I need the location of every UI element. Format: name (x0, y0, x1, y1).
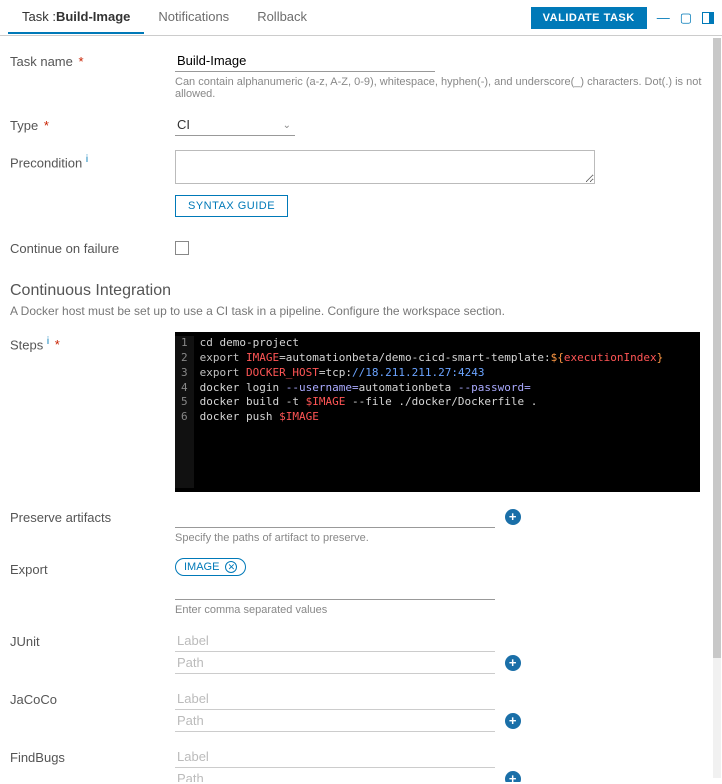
continue-on-failure-label: Continue on failure (10, 237, 175, 258)
steps-label-text: Steps (10, 337, 43, 352)
syntax-guide-button[interactable]: SYNTAX GUIDE (175, 195, 288, 217)
chevron-down-icon: ⌄ (283, 120, 291, 131)
preserve-artifacts-input[interactable] (175, 506, 495, 528)
tab-task-name: Build-Image (56, 9, 130, 24)
remove-chip-icon[interactable]: ✕ (225, 561, 237, 573)
task-name-label-text: Task name (10, 54, 73, 69)
precondition-label: Precondition i (10, 150, 175, 217)
jacoco-label-input[interactable] (175, 688, 495, 710)
steps-label: Steps i * (10, 332, 175, 492)
type-label: Type * (10, 114, 175, 136)
add-artifact-icon[interactable]: + (505, 509, 521, 525)
add-jacoco-icon[interactable]: + (505, 713, 521, 729)
task-name-hint: Can contain alphanumeric (a-z, A-Z, 0-9)… (175, 76, 712, 100)
gutter: 123456 (175, 336, 194, 488)
export-hint: Enter comma separated values (175, 604, 712, 616)
junit-label: JUnit (10, 630, 175, 674)
code-lines: cd demo-project export IMAGE=automationb… (194, 336, 664, 488)
required-star: * (79, 54, 84, 69)
continue-on-failure-checkbox[interactable] (175, 241, 189, 255)
header-actions: VALIDATE TASK — ▢ (531, 7, 714, 29)
findbugs-path-input[interactable] (175, 768, 495, 782)
ci-section-title: Continuous Integration (10, 282, 712, 300)
add-findbugs-icon[interactable]: + (505, 771, 521, 783)
scrollbar-thumb[interactable] (713, 38, 721, 658)
tab-rollback[interactable]: Rollback (243, 1, 321, 34)
tab-notifications[interactable]: Notifications (144, 1, 243, 34)
validate-task-button[interactable]: VALIDATE TASK (531, 7, 647, 29)
export-label: Export (10, 558, 175, 616)
tab-task-prefix: Task : (22, 9, 56, 24)
task-name-input[interactable] (175, 50, 435, 72)
preserve-artifacts-hint: Specify the paths of artifact to preserv… (175, 532, 712, 544)
tab-task[interactable]: Task :Build-Image (8, 1, 144, 34)
precondition-label-text: Precondition (10, 155, 82, 170)
required-star: * (55, 337, 60, 352)
precondition-input[interactable] (175, 150, 595, 184)
findbugs-label: FindBugs (10, 746, 175, 782)
dock-icon[interactable] (702, 12, 714, 24)
findbugs-label-input[interactable] (175, 746, 495, 768)
add-junit-icon[interactable]: + (505, 655, 521, 671)
header-bar: Task :Build-Image Notifications Rollback… (0, 0, 722, 36)
type-select[interactable]: CI ⌄ (175, 114, 295, 136)
type-label-text: Type (10, 118, 38, 133)
scrollbar[interactable] (713, 38, 721, 778)
junit-path-input[interactable] (175, 652, 495, 674)
preserve-artifacts-label: Preserve artifacts (10, 506, 175, 544)
maximize-icon[interactable]: ▢ (680, 11, 692, 24)
content-area: Task name * Can contain alphanumeric (a-… (0, 36, 722, 782)
steps-code-editor[interactable]: 123456 cd demo-project export IMAGE=auto… (175, 332, 700, 492)
task-name-label: Task name * (10, 50, 175, 100)
jacoco-path-input[interactable] (175, 710, 495, 732)
info-icon[interactable]: i (47, 336, 49, 347)
export-chip-text: IMAGE (184, 561, 219, 573)
type-value: CI (177, 117, 190, 132)
tabs: Task :Build-Image Notifications Rollback (8, 1, 321, 34)
info-icon[interactable]: i (86, 154, 88, 165)
minimize-icon[interactable]: — (657, 11, 670, 24)
export-chip: IMAGE ✕ (175, 558, 246, 576)
ci-section-subtitle: A Docker host must be set up to use a CI… (10, 304, 712, 318)
export-input-line[interactable] (175, 582, 495, 600)
jacoco-label: JaCoCo (10, 688, 175, 732)
required-star: * (44, 118, 49, 133)
junit-label-input[interactable] (175, 630, 495, 652)
